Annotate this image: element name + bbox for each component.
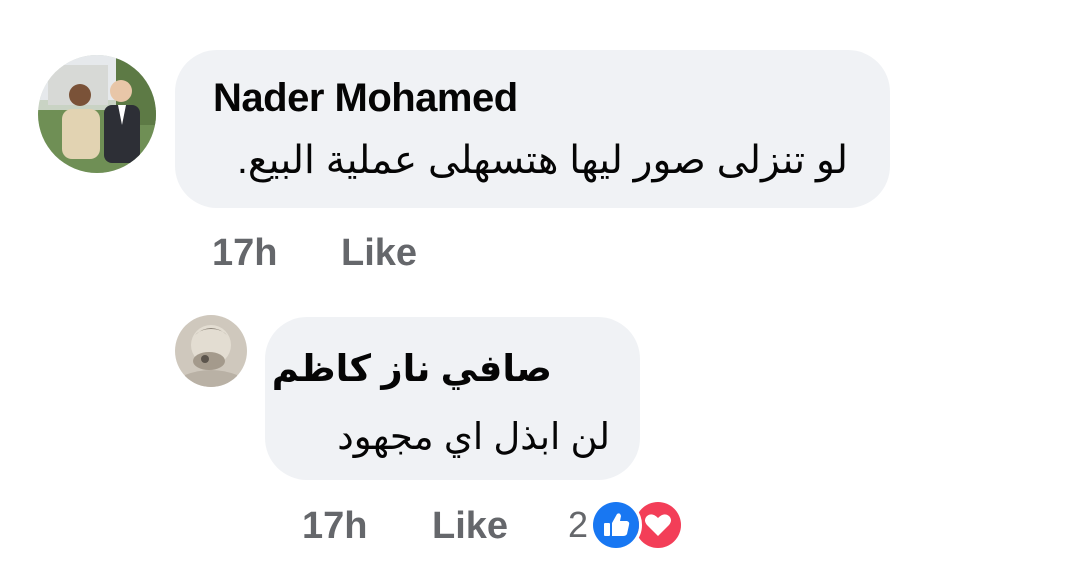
reply-bubble: صافي ناز كاظم لن ابذل اي مجهود (265, 317, 640, 480)
reply-author[interactable]: صافي ناز كاظم (272, 347, 552, 390)
reaction-count: 2 (568, 504, 589, 545)
reply-timestamp[interactable]: 17h (302, 505, 367, 548)
comment-timestamp[interactable]: 17h (212, 232, 277, 275)
comment-bubble: Nader Mohamed لو تنزلى صور ليها هتسهلى ع… (175, 50, 890, 208)
like-button[interactable]: Like (432, 505, 508, 548)
avatar-photo-icon (38, 55, 156, 173)
comment-author[interactable]: Nader Mohamed (213, 76, 518, 121)
reply-text: لن ابذل اي مجهود (337, 416, 610, 457)
avatar-reply-author[interactable] (175, 315, 247, 387)
like-reaction-icon (590, 499, 643, 551)
comment-text: لو تنزلى صور ليها هتسهلى عملية البيع. (237, 139, 848, 182)
like-button[interactable]: Like (341, 232, 417, 275)
avatar-nader-mohamed[interactable] (38, 55, 156, 173)
avatar-photo-icon (175, 315, 247, 387)
reactions-summary[interactable]: 2 (568, 499, 685, 551)
